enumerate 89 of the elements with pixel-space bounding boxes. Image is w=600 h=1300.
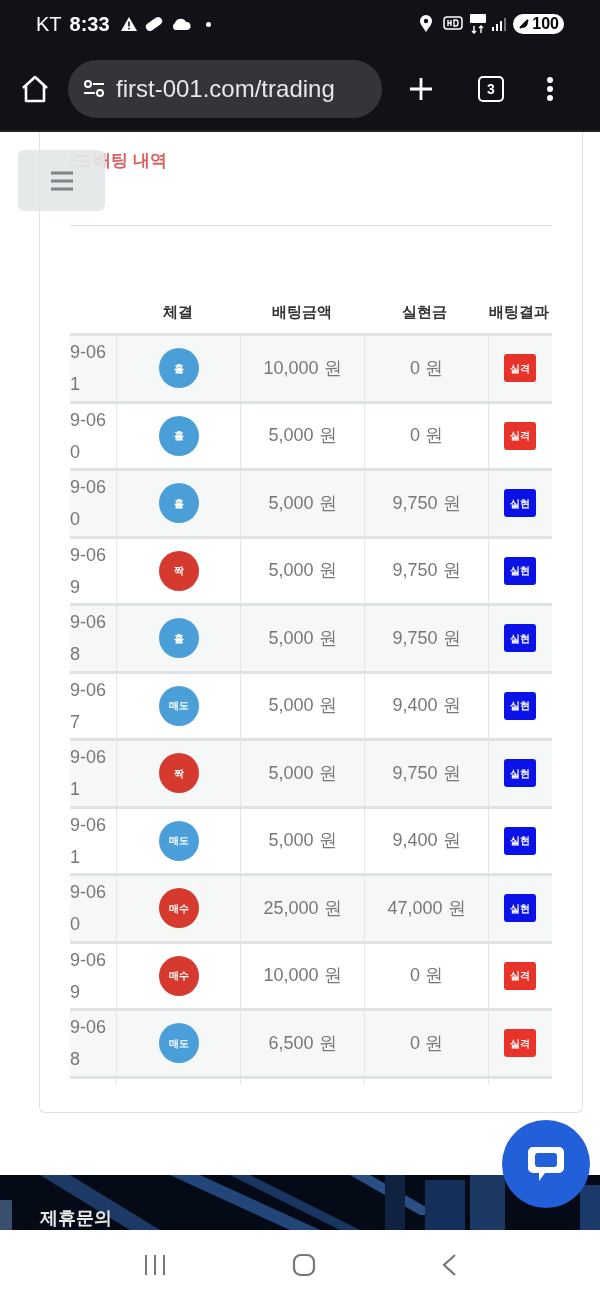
table-cell-text: 7: [70, 710, 81, 734]
recent-apps-icon[interactable]: [142, 1254, 167, 1276]
column-header: 실현금: [402, 301, 448, 322]
table-cell-text: 1: [70, 845, 81, 869]
table-cell-text: 9: [70, 575, 81, 599]
more-icon[interactable]: [546, 76, 554, 102]
table-cell-text: 9-06: [70, 813, 108, 837]
table-cell-text: 1: [70, 778, 81, 802]
section-title: 배팅 내역: [94, 150, 167, 173]
table-cell-text: 0 원: [410, 964, 443, 988]
table-cell-text: 9,750 원: [392, 491, 461, 515]
table-cell-text: 0 원: [410, 356, 443, 380]
table-cell-text: 9-06: [70, 476, 108, 500]
banner-title: 제휴문의: [40, 1208, 112, 1228]
table-cell-text: 9,400 원: [392, 694, 461, 718]
pick-badge: 짝: [158, 753, 199, 794]
result-badge: 실격: [504, 354, 536, 383]
pick-badge: 홀: [158, 483, 199, 524]
signal-icon: [491, 16, 508, 32]
pick-badge: 매도: [158, 820, 199, 861]
table-cell-text: 9: [70, 980, 81, 1004]
battery-indicator: 100: [513, 14, 564, 34]
table-cell-text: 10,000 원: [263, 356, 342, 380]
result-badge: 실현: [504, 691, 536, 720]
table-cell-text: 8: [70, 1048, 81, 1072]
table-cell-text: 9-06: [70, 408, 108, 432]
table-cell-text: 5,000 원: [268, 491, 337, 515]
table-cell-text: 9-06: [70, 881, 108, 905]
table-cell-text: 0: [70, 508, 81, 532]
table-cell-text: 0: [70, 440, 81, 464]
table-cell-text: 5,000 원: [268, 559, 337, 583]
table-cell-text: 9-06: [70, 948, 108, 972]
url-text: first-001.com/trading: [116, 74, 335, 104]
pick-badge: 매수: [158, 955, 199, 996]
table-cell-text: 6,500 원: [268, 1031, 337, 1055]
pick-badge: 홀: [158, 415, 199, 456]
result-badge: 실현: [504, 489, 536, 518]
result-badge: 실격: [504, 421, 536, 450]
menu-icon: [49, 170, 74, 191]
pick-badge: 짝: [158, 550, 199, 591]
table-cell-text: 0 원: [410, 424, 443, 448]
table-cell-text: 9-06: [70, 678, 108, 702]
table-cell-text: 5,000 원: [268, 829, 337, 853]
table-cell-text: 0: [70, 913, 81, 937]
table-cell-text: 9,400 원: [392, 829, 461, 853]
carrier-label: KT: [36, 12, 62, 37]
column-header: 배팅결과: [489, 301, 550, 322]
table-cell-text: 5,000 원: [268, 761, 337, 785]
table-cell-text: 9-06: [70, 746, 108, 770]
table-cell-text: 8: [70, 643, 81, 667]
pick-badge: 매도: [158, 685, 199, 726]
column-header: 체결: [163, 301, 194, 322]
table-cell-text: 5,000 원: [268, 424, 337, 448]
table-cell-text: 25,000 원: [263, 896, 342, 920]
table-cell-text: 1: [70, 373, 81, 397]
table-cell-text: 5,000 원: [268, 694, 337, 718]
column-header: 배팅금액: [271, 301, 332, 322]
hd-icon: [443, 16, 464, 32]
table-cell-text: 9,750 원: [392, 559, 461, 583]
table-cell-text: 9,750 원: [392, 761, 461, 785]
pick-badge: 매수: [158, 888, 199, 929]
pick-badge: 홀: [158, 618, 199, 659]
result-badge: 실현: [504, 894, 536, 923]
pick-badge: 매도: [158, 1023, 199, 1064]
clock: 8:33: [69, 12, 110, 37]
back-icon[interactable]: [441, 1253, 458, 1277]
address-bar[interactable]: first-001.com/trading: [68, 60, 382, 118]
table-cell-text: 9,750 원: [392, 626, 461, 650]
plus-icon[interactable]: [408, 76, 434, 102]
network-icon: [469, 13, 488, 35]
pick-badge: 홀: [158, 348, 199, 389]
result-badge: 실현: [504, 826, 536, 855]
result-badge: 실현: [504, 556, 536, 585]
table-cell-text: 0 원: [410, 1031, 443, 1055]
result-badge: 실격: [504, 961, 536, 990]
site-settings-icon[interactable]: [82, 79, 106, 99]
table-cell-text: 5,000 원: [268, 626, 337, 650]
result-badge: 실격: [504, 1029, 536, 1058]
table-cell-text: 9-06: [70, 1016, 108, 1040]
table-cell-text: 10,000 원: [263, 964, 342, 988]
tab-count-button[interactable]: 3: [478, 76, 504, 102]
warning-icon: [119, 16, 138, 32]
table-cell-text: 9-06: [70, 611, 108, 635]
result-badge: 실현: [504, 759, 536, 788]
table-cell-text: 9-06: [70, 341, 108, 365]
location-icon: [419, 15, 434, 33]
table-cell-text: 9-06: [70, 543, 108, 567]
table-cell-text: 47,000 원: [387, 896, 466, 920]
result-badge: 실현: [504, 624, 536, 653]
